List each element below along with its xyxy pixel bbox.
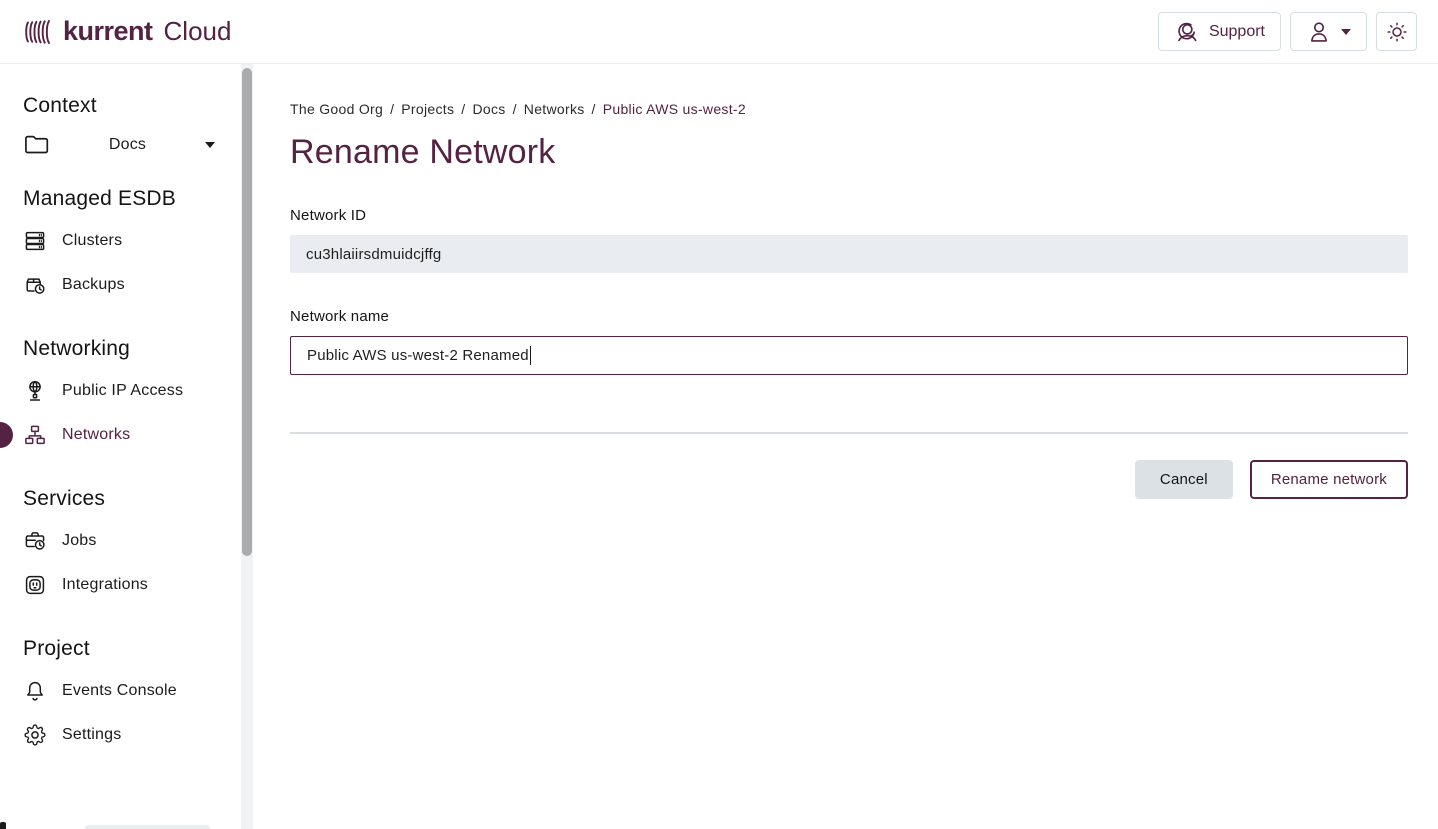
- form-actions: Cancel Rename network: [290, 460, 1408, 499]
- sidebar-item-label: Settings: [62, 726, 121, 744]
- breadcrumb-projects[interactable]: Projects: [401, 101, 454, 117]
- context-selector[interactable]: Docs: [23, 132, 215, 157]
- breadcrumb-networks[interactable]: Networks: [524, 101, 585, 117]
- top-header: kurrent Cloud Support: [0, 0, 1438, 64]
- section-heading-networking: Networking: [23, 337, 233, 361]
- clipped-bottom-icon: [0, 822, 6, 829]
- sidebar-item-label: Events Console: [62, 682, 177, 700]
- breadcrumb-separator: /: [390, 101, 394, 117]
- kurrent-stripes-icon: [24, 17, 54, 47]
- user-icon: [1306, 19, 1332, 45]
- briefcase-clock-icon: [23, 529, 47, 553]
- sidebar-item-label: Networks: [62, 426, 130, 444]
- sidebar-item-backups[interactable]: Backups: [0, 263, 256, 307]
- sidebar-item-clusters[interactable]: Clusters: [0, 219, 256, 263]
- outlet-icon: [23, 573, 47, 597]
- page-title: Rename Network: [290, 133, 1408, 172]
- breadcrumb: The Good Org / Projects / Docs / Networks / Publ…: [290, 101, 1408, 117]
- sidebar-item-networks[interactable]: Networks: [0, 413, 256, 457]
- cancel-button[interactable]: Cancel: [1135, 460, 1233, 499]
- section-heading-services: Services: [23, 487, 233, 511]
- breadcrumb-org[interactable]: The Good Org: [290, 101, 383, 117]
- clipped-bottom-element: [85, 825, 210, 829]
- sidebar-item-label: Clusters: [62, 232, 122, 250]
- globe-stand-icon: [23, 379, 47, 403]
- network-name-input[interactable]: Public AWS us-west-2 Renamed: [290, 336, 1408, 375]
- folder-icon: [23, 132, 50, 157]
- main-content: The Good Org / Projects / Docs / Networks / Publ…: [256, 64, 1438, 829]
- context-selected-value: Docs: [50, 136, 205, 154]
- servers-icon: [23, 229, 47, 253]
- network-id-label: Network ID: [290, 207, 1408, 224]
- sidebar-item-label: Backups: [62, 276, 125, 294]
- sidebar-item-integrations[interactable]: Integrations: [0, 563, 256, 607]
- headset-support-icon: [1174, 19, 1200, 45]
- form-divider: [290, 432, 1408, 434]
- rename-network-button[interactable]: Rename network: [1250, 460, 1408, 499]
- sidebar-scrollbar-thumb[interactable]: [242, 68, 252, 556]
- theme-toggle-button[interactable]: [1376, 12, 1417, 51]
- breadcrumb-current-network: Public AWS us-west-2: [603, 101, 746, 117]
- sidebar-item-jobs[interactable]: Jobs: [0, 519, 256, 563]
- bell-icon: [23, 679, 47, 703]
- section-heading-project: Project: [23, 637, 233, 661]
- network-tree-icon: [23, 423, 47, 447]
- sidebar: Context Docs Managed ESDB Clusters: [0, 64, 256, 829]
- brand-logo[interactable]: kurrent Cloud: [24, 16, 231, 47]
- user-menu-button[interactable]: [1290, 12, 1367, 51]
- active-item-indicator: [0, 422, 13, 448]
- breadcrumb-separator: /: [592, 101, 596, 117]
- breadcrumb-separator: /: [513, 101, 517, 117]
- section-heading-managed-esdb: Managed ESDB: [23, 187, 233, 211]
- caret-down-icon: [205, 142, 215, 148]
- sidebar-item-public-ip-access[interactable]: Public IP Access: [0, 369, 256, 413]
- sidebar-item-settings[interactable]: Settings: [0, 713, 256, 757]
- brand-name: kurrent: [63, 16, 153, 47]
- breadcrumb-separator: /: [461, 101, 465, 117]
- sidebar-item-label: Jobs: [62, 532, 97, 550]
- gear-icon: [23, 723, 47, 747]
- header-actions: Support: [1158, 12, 1417, 51]
- caret-down-icon: [1341, 29, 1351, 35]
- sidebar-item-events-console[interactable]: Events Console: [0, 669, 256, 713]
- backup-clock-icon: [23, 273, 47, 297]
- network-id-field: cu3hlaiirsdmuidcjffg: [290, 235, 1408, 273]
- sidebar-item-label: Integrations: [62, 576, 148, 594]
- network-id-value: cu3hlaiirsdmuidcjffg: [306, 246, 441, 263]
- sidebar-item-label: Public IP Access: [62, 382, 183, 400]
- text-cursor: [530, 346, 532, 365]
- breadcrumb-project-docs[interactable]: Docs: [472, 101, 505, 117]
- support-label: Support: [1209, 23, 1265, 41]
- network-name-value: Public AWS us-west-2 Renamed: [307, 347, 529, 364]
- support-button[interactable]: Support: [1158, 12, 1281, 51]
- brand-suffix: Cloud: [164, 16, 232, 47]
- sun-icon: [1385, 20, 1409, 44]
- section-heading-context: Context: [23, 94, 233, 118]
- network-name-label: Network name: [290, 308, 1408, 325]
